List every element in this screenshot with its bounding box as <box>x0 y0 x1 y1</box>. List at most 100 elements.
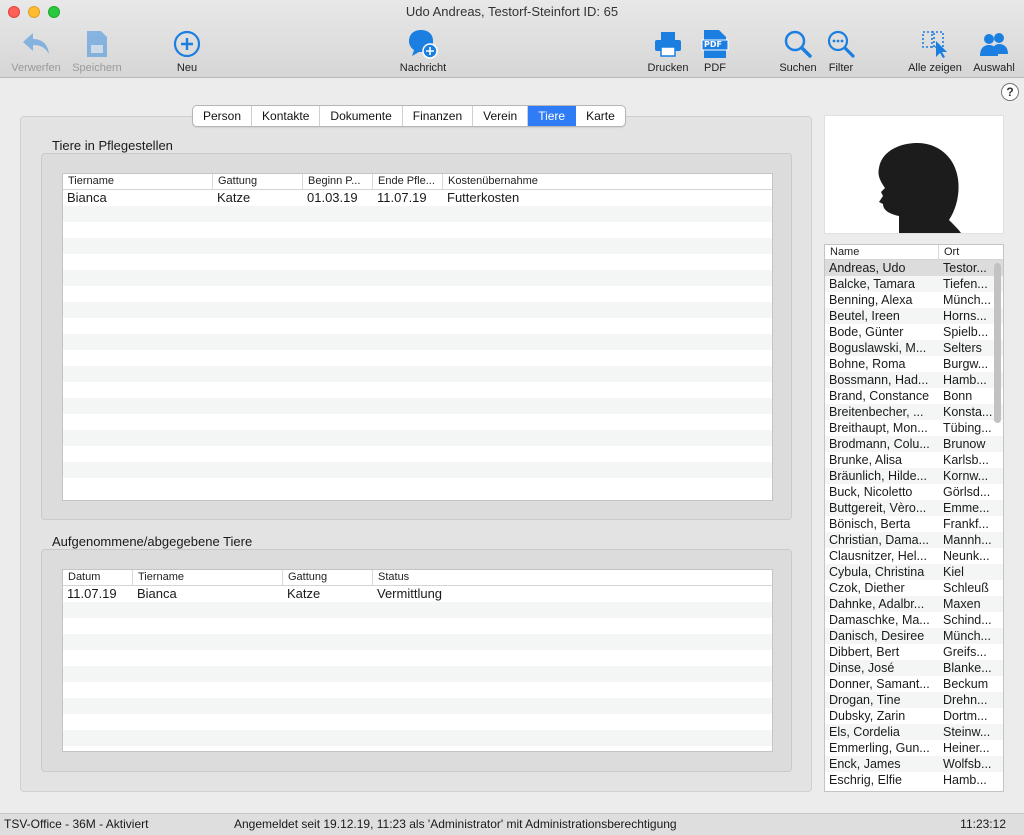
table-row[interactable]: Brand, Constance Bonn <box>825 388 1003 404</box>
table-row[interactable]: Bossmann, Had... Hamb... <box>825 372 1003 388</box>
filter-button[interactable]: Filter <box>826 26 856 74</box>
table-row[interactable]: Balcke, Tamara Tiefen... <box>825 276 1003 292</box>
print-button[interactable]: Drucken <box>645 26 691 74</box>
foster-table: Tiername Gattung Beginn P... Ende Pfle..… <box>62 173 773 501</box>
table-row[interactable]: Enck, James Wolfsb... <box>825 756 1003 772</box>
show-all-button[interactable]: Alle zeigen <box>905 26 965 74</box>
empty-row <box>63 462 772 478</box>
empty-row <box>63 430 772 446</box>
table-row[interactable]: Clausnitzer, Hel... Neunk... <box>825 548 1003 564</box>
column-header[interactable]: Beginn P... <box>303 174 373 189</box>
people-list: Name Ort Andreas, Udo Testor... Balcke, Ta… <box>824 244 1004 792</box>
table-row[interactable]: Beutel, Ireen Horns... <box>825 308 1003 324</box>
table-row[interactable]: Buttgereit, Vèro... Emme... <box>825 500 1003 516</box>
tab-verein[interactable]: Verein <box>473 106 529 126</box>
empty-row <box>63 698 772 714</box>
empty-row <box>63 270 772 286</box>
table-row[interactable]: Dahnke, Adalbr... Maxen <box>825 596 1003 612</box>
tab-dokumente[interactable]: Dokumente <box>320 106 403 126</box>
tab-tiere[interactable]: Tiere <box>528 106 577 126</box>
people-list-scrollbar[interactable] <box>994 263 1001 773</box>
table-cell: Katze <box>287 586 321 601</box>
table-row[interactable]: Drogan, Tine Drehn... <box>825 692 1003 708</box>
empty-row <box>63 666 772 682</box>
pdf-badge-text: PDF <box>704 40 722 49</box>
empty-row <box>63 206 772 222</box>
empty-row <box>63 730 772 746</box>
message-button[interactable]: Nachricht <box>394 26 452 74</box>
table-row[interactable]: Bohne, Roma Burgw... <box>825 356 1003 372</box>
taken-table: Datum Tiername Gattung Status 11.07.19 Bi… <box>62 569 773 752</box>
table-row[interactable]: Cybula, Christina Kiel <box>825 564 1003 580</box>
table-row[interactable]: Dinse, José Blanke... <box>825 660 1003 676</box>
save-button[interactable]: Speichern <box>68 26 126 74</box>
tab-karte[interactable]: Karte <box>576 106 625 126</box>
column-header[interactable]: Gattung <box>213 174 303 189</box>
table-cell: Bossmann, Had... <box>829 373 929 387</box>
table-row[interactable]: Danisch, Desiree Münch... <box>825 628 1003 644</box>
table-row[interactable]: Breitenbecher, ... Konsta... <box>825 404 1003 420</box>
table-row[interactable]: Bianca Katze 01.03.19 11.07.19 Futterkosten <box>63 190 772 206</box>
table-row[interactable]: Bräunlich, Hilde... Kornw... <box>825 468 1003 484</box>
table-cell: Balcke, Tamara <box>829 277 915 291</box>
tab-finanzen[interactable]: Finanzen <box>403 106 474 126</box>
column-header[interactable]: Tiername <box>63 174 213 189</box>
column-header[interactable]: Kostenübernahme <box>443 174 772 189</box>
empty-row <box>63 366 772 382</box>
table-row[interactable]: Benning, Alexa Münch... <box>825 292 1003 308</box>
empty-row <box>63 446 772 462</box>
status-clock: 11:23:12 <box>960 817 1006 831</box>
column-header[interactable]: Gattung <box>283 570 373 585</box>
table-cell: Brunke, Alisa <box>829 453 902 467</box>
new-button[interactable]: Neu <box>170 26 204 74</box>
empty-row <box>63 398 772 414</box>
table-row[interactable]: 11.07.19 Bianca Katze Vermittlung <box>63 586 772 602</box>
table-row[interactable]: Czok, Diether Schleuß <box>825 580 1003 596</box>
table-cell: 11.07.19 <box>377 190 427 205</box>
discard-button[interactable]: Verwerfen <box>8 26 64 74</box>
column-header[interactable]: Status <box>373 570 772 585</box>
column-header[interactable]: Ende Pfle... <box>373 174 443 189</box>
show-all-cursor-icon <box>919 28 951 60</box>
scroll-thumb[interactable] <box>994 263 1001 423</box>
table-row[interactable]: Breithaupt, Mon... Tübing... <box>825 420 1003 436</box>
search-button[interactable]: Suchen <box>777 26 819 74</box>
table-row[interactable]: Dibbert, Bert Greifs... <box>825 644 1003 660</box>
table-row[interactable]: Andreas, Udo Testor... <box>825 260 1003 276</box>
people-group-icon <box>978 28 1010 60</box>
help-button[interactable]: ? <box>1001 83 1019 101</box>
table-row[interactable]: Bode, Günter Spielb... <box>825 324 1003 340</box>
table-row[interactable]: Damaschke, Ma... Schind... <box>825 612 1003 628</box>
table-row[interactable]: Boguslawski, M... Selters <box>825 340 1003 356</box>
table-cell: Breitenbecher, ... <box>829 405 924 419</box>
column-header[interactable]: Tiername <box>133 570 283 585</box>
empty-row <box>63 634 772 650</box>
pdf-button[interactable]: PDF PDF <box>698 26 732 74</box>
table-cell: Buck, Nicoletto <box>829 485 913 499</box>
table-row[interactable]: Christian, Dama... Mannh... <box>825 532 1003 548</box>
column-header[interactable]: Ort <box>939 245 1003 259</box>
column-header[interactable]: Datum <box>63 570 133 585</box>
table-cell: Dinse, José <box>829 661 895 675</box>
table-row[interactable]: Eschrig, Elfie Hamb... <box>825 772 1003 788</box>
table-cell: Dahnke, Adalbr... <box>829 597 925 611</box>
column-header[interactable]: Name <box>825 245 939 259</box>
table-row[interactable]: Emmerling, Gun... Heiner... <box>825 740 1003 756</box>
table-row[interactable]: Dubsky, Zarin Dortm... <box>825 708 1003 724</box>
table-row[interactable]: Donner, Samant... Beckum <box>825 676 1003 692</box>
table-cell: Hamb... <box>943 773 987 787</box>
table-cell: Clausnitzer, Hel... <box>829 549 927 563</box>
table-cell: Bönisch, Berta <box>829 517 911 531</box>
table-row[interactable]: Els, Cordelia Steinw... <box>825 724 1003 740</box>
tab-kontakte[interactable]: Kontakte <box>252 106 321 126</box>
table-cell: Eschrig, Elfie <box>829 773 902 787</box>
table-row[interactable]: Brodmann, Colu... Brunow <box>825 436 1003 452</box>
window-title: Udo Andreas, Testorf-Steinfort ID: 65 <box>405 4 619 19</box>
table-cell: Czok, Diether <box>829 581 905 595</box>
table-row[interactable]: Buck, Nicoletto Görlsd... <box>825 484 1003 500</box>
tab-person[interactable]: Person <box>193 106 253 126</box>
table-row[interactable]: Brunke, Alisa Karlsb... <box>825 452 1003 468</box>
person-photo-placeholder[interactable] <box>824 115 1004 234</box>
selection-button[interactable]: Auswahl <box>970 26 1018 74</box>
table-row[interactable]: Bönisch, Berta Frankf... <box>825 516 1003 532</box>
